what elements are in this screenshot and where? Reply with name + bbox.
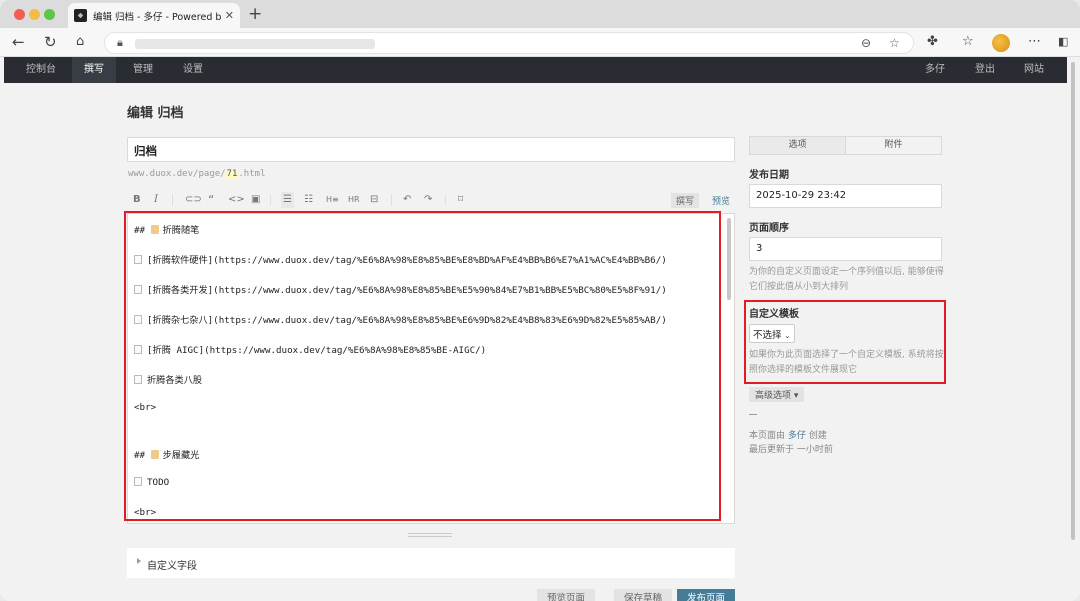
editor-scrollbar[interactable] (727, 218, 731, 300)
nav-website[interactable]: 网站 (1012, 57, 1056, 83)
page-order-help: 为你的自定义页面设定一个序列值以后, 能够使得它们按此值从小到大排列 (749, 267, 944, 292)
slug-input[interactable]: 71 (225, 169, 239, 179)
custom-fields-label: 自定义字段 (147, 561, 197, 572)
italic-icon[interactable]: I (154, 192, 158, 208)
browser-window: 编辑 归档 - 多仔 - Powered by T ✕ + ← ↻ ⌂ 🔒︎ ⊖… (0, 0, 1080, 601)
last-updated: 最后更新于 一小时前 (749, 445, 833, 455)
home-icon[interactable]: ⌂ (76, 33, 84, 51)
favorite-star-icon[interactable]: ☆ (889, 36, 900, 50)
advanced-options-label: 高级选项 (755, 391, 792, 401)
editor-resize-handle[interactable] (408, 533, 452, 537)
preview-mode-tab[interactable]: 预览 (710, 193, 732, 208)
author-prefix: 本页面由 (749, 431, 786, 441)
back-arrow-icon[interactable]: ← (12, 33, 25, 51)
page-order-label: 页面顺序 (749, 223, 789, 234)
editor-toolbar: B I ⊂⊃ “ <> ▣ ☰ ☷ H≡ HR ⊟ ↶ ↷ ⌑ (127, 192, 735, 208)
horizontal-rule-icon[interactable]: HR (348, 192, 360, 208)
tab-strip: 编辑 归档 - 多仔 - Powered by T ✕ + (0, 0, 1080, 28)
save-draft-button[interactable]: 保存草稿 (614, 589, 673, 601)
publish-date-label: 发布日期 (749, 170, 789, 181)
browser-tab[interactable]: 编辑 归档 - 多仔 - Powered by T ✕ (68, 3, 240, 28)
favorites-list-icon[interactable]: ☆ (962, 33, 974, 51)
fullscreen-icon[interactable]: ⌑ (458, 192, 463, 208)
new-tab-button[interactable]: + (248, 4, 262, 24)
heading-icon[interactable]: H≡ (326, 192, 339, 208)
close-window-button[interactable] (14, 9, 25, 20)
profile-avatar[interactable] (992, 34, 1010, 52)
reload-icon[interactable]: ↻ (44, 33, 57, 51)
code-icon[interactable]: <> (228, 192, 245, 208)
write-mode-tab[interactable]: 撰写 (671, 193, 700, 208)
undo-icon[interactable]: ↶ (403, 192, 411, 208)
sidebar-toggle-icon[interactable]: ◧ (1058, 33, 1068, 51)
page-title: 编辑 归档 (127, 106, 184, 121)
extensions-icon[interactable]: ✤ (927, 33, 938, 51)
permalink: www.duox.dev/page/71.html (128, 169, 265, 179)
site-favicon-icon (74, 9, 87, 22)
author-line: 本页面由 多仔 创建 (749, 428, 827, 441)
advanced-options-button[interactable]: 高级选项 ▾ (749, 387, 805, 402)
nav-manage[interactable]: 管理 (121, 57, 165, 83)
address-redacted (135, 39, 375, 49)
highlight-box-editor (124, 211, 721, 521)
bold-icon[interactable]: B (133, 192, 141, 208)
nav-write[interactable]: 撰写 (72, 57, 116, 83)
author-suffix: 创建 (808, 431, 827, 441)
address-bar[interactable]: 🔒︎ ⊖ ☆ (104, 32, 914, 54)
sidebar-tabs: 选项 附件 (749, 136, 942, 155)
divider (749, 414, 757, 415)
page-order-input[interactable]: 3 (749, 237, 942, 261)
publish-date-input[interactable]: 2025-10-29 23:42 (749, 184, 942, 208)
nav-user[interactable]: 多仔 (913, 57, 957, 83)
more-menu-icon[interactable]: ⋯ (1028, 33, 1041, 51)
lock-icon: 🔒︎ (117, 36, 123, 49)
custom-fields-toggle[interactable]: 自定义字段 (127, 548, 735, 578)
quote-icon[interactable]: “ (208, 192, 214, 208)
minimize-window-button[interactable] (29, 9, 40, 20)
page-scrollbar-thumb[interactable] (1071, 62, 1075, 540)
post-title-input[interactable]: 归档 (127, 137, 735, 162)
tab-options[interactable]: 选项 (750, 137, 846, 154)
link-icon[interactable]: ⊂⊃ (185, 192, 202, 208)
admin-navbar: 控制台 撰写 管理 设置 多仔 登出 网站 (4, 57, 1067, 83)
zoom-window-button[interactable] (44, 9, 55, 20)
publish-page-button[interactable]: 发布页面 (677, 589, 736, 601)
image-icon[interactable]: ▣ (251, 192, 260, 208)
slug-prefix: www.duox.dev/page/ (128, 169, 226, 179)
tab-close-icon[interactable]: ✕ (225, 9, 234, 22)
browser-toolbar: ← ↻ ⌂ 🔒︎ ⊖ ☆ ✤ ☆ ⋯ ◧ (0, 28, 1080, 57)
reader-mode-icon[interactable]: ⊖ (861, 36, 871, 50)
more-tag-icon[interactable]: ⊟ (370, 192, 378, 208)
tab-attachments[interactable]: 附件 (846, 137, 941, 154)
preview-page-button[interactable]: 预览页面 (537, 589, 596, 601)
highlight-box-template (744, 300, 946, 384)
tab-title: 编辑 归档 - 多仔 - Powered by T (93, 11, 221, 23)
redo-icon[interactable]: ↷ (424, 192, 432, 208)
bullet-list-icon[interactable]: ☷ (304, 192, 313, 208)
slug-suffix: .html (238, 169, 266, 179)
nav-dashboard[interactable]: 控制台 (14, 57, 68, 83)
expand-arrow-icon (137, 558, 141, 564)
nav-logout[interactable]: 登出 (963, 57, 1007, 83)
ordered-list-icon[interactable]: ☰ (281, 192, 294, 208)
author-link[interactable]: 多仔 (788, 431, 806, 441)
nav-settings[interactable]: 设置 (171, 57, 215, 83)
